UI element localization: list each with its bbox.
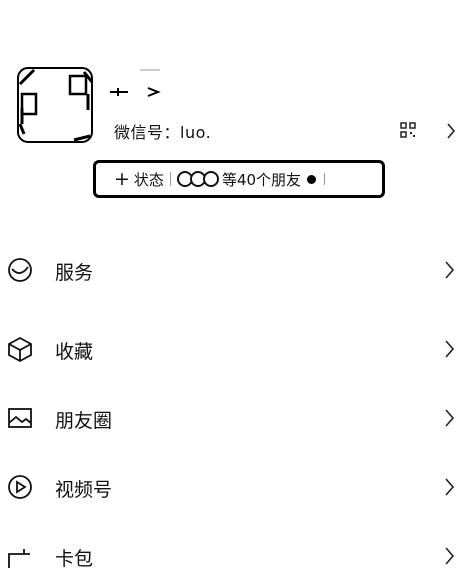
avatar[interactable] bbox=[14, 64, 96, 146]
chevron-right-icon bbox=[445, 547, 455, 565]
service-icon bbox=[8, 258, 32, 282]
channels-play-icon bbox=[8, 475, 32, 499]
menu-item-cards[interactable]: 卡包 bbox=[0, 524, 474, 588]
menu-item-label: 收藏 bbox=[55, 341, 94, 363]
wechat-id: 微信号：luo. bbox=[114, 123, 212, 142]
menu-item-service[interactable]: 服务 bbox=[0, 238, 474, 302]
friend-avatars bbox=[176, 171, 219, 187]
divider bbox=[324, 173, 326, 185]
moments-picture-icon bbox=[8, 408, 32, 428]
menu-item-label: 卡包 bbox=[55, 548, 94, 570]
add-status-icon: + bbox=[114, 167, 130, 190]
status-bar[interactable]: + 状态 等40个朋友 bbox=[93, 160, 385, 198]
nickname bbox=[110, 69, 161, 97]
chevron-right-icon bbox=[445, 409, 455, 427]
chevron-right-icon bbox=[445, 478, 455, 496]
menu-item-label: 视频号 bbox=[55, 479, 113, 501]
friends-summary: 等40个朋友 bbox=[221, 170, 302, 189]
favorites-cube-icon bbox=[8, 336, 32, 363]
menu-item-channels[interactable]: 视频号 bbox=[0, 455, 474, 519]
add-status-label: 状态 bbox=[133, 170, 164, 189]
profile-header[interactable]: 微信号：luo. + 状态 等40个朋友 bbox=[0, 0, 474, 230]
menu-item-label: 服务 bbox=[55, 262, 94, 284]
menu-item-label: 朋友圈 bbox=[55, 410, 113, 432]
chevron-right-icon bbox=[445, 340, 455, 358]
menu-item-favorites[interactable]: 收藏 bbox=[0, 317, 474, 381]
status-dot bbox=[307, 174, 317, 184]
chevron-right-icon bbox=[447, 123, 456, 139]
divider bbox=[169, 172, 171, 186]
qr-code-icon[interactable] bbox=[400, 122, 416, 138]
menu-item-moments[interactable]: 朋友圈 bbox=[0, 386, 474, 450]
chevron-right-icon bbox=[445, 261, 455, 279]
card-wallet-icon bbox=[8, 549, 30, 568]
